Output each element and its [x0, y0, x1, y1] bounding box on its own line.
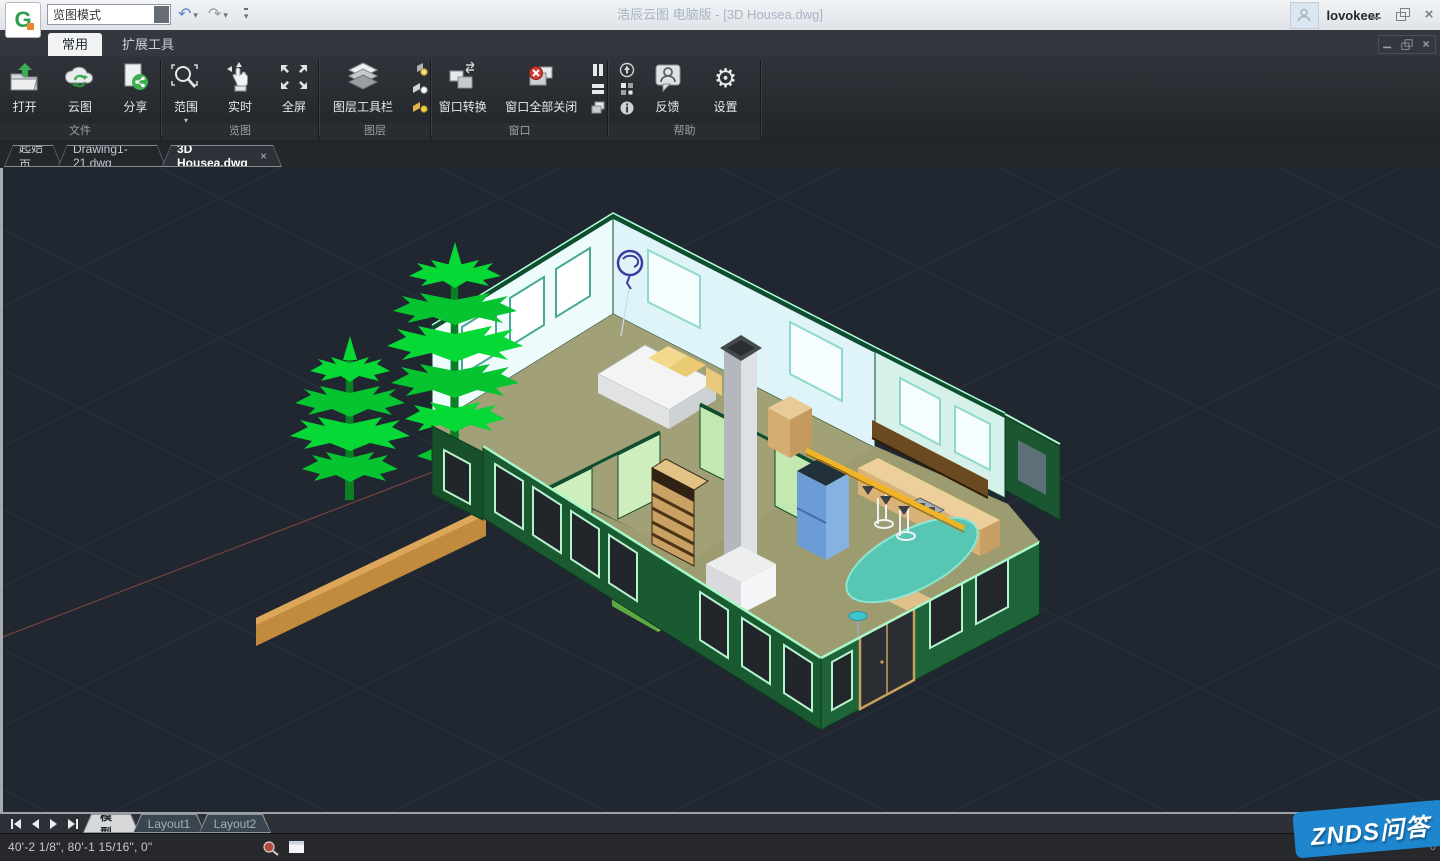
- group-label-view: 览图: [162, 123, 318, 140]
- ribbon-group-window: 窗口转换 窗口全部关闭: [432, 56, 607, 123]
- cabinet: [768, 396, 812, 458]
- modules-icon[interactable]: [618, 81, 636, 97]
- feedback-button[interactable]: 反馈: [642, 60, 694, 115]
- minimize-button[interactable]: [1370, 9, 1384, 21]
- pan-hand-icon: [223, 61, 257, 95]
- person-icon: [1296, 7, 1312, 23]
- share-button[interactable]: 分享: [111, 60, 160, 115]
- last-layout-icon[interactable]: [67, 819, 79, 829]
- open-button[interactable]: 打开: [0, 60, 49, 115]
- app-logo-button[interactable]: G: [5, 2, 41, 38]
- gear-icon: ⚙: [714, 62, 737, 94]
- ribbon-tab-row: 常用 扩展工具 ×: [0, 30, 1440, 56]
- restore-button[interactable]: [1396, 9, 1410, 21]
- settings-button[interactable]: ⚙ 设置: [700, 60, 752, 115]
- fullscreen-button[interactable]: 全屏: [270, 60, 318, 115]
- ribbon-group-view: 范围 ▾ 实时 全屏 览图: [162, 56, 318, 123]
- ribbon-group-help: 反馈 ⚙ 设置 帮助: [609, 56, 760, 123]
- group-label-file: 文件: [0, 123, 160, 140]
- document-tab-bar: 起始页 Drawing1-21.dwg 3D Housea.dwg ×: [0, 143, 1440, 168]
- layer-on-icon[interactable]: [411, 62, 429, 78]
- coordinates-readout: 40'-2 1/8", 80'-1 15/16", 0": [8, 840, 152, 854]
- mdi-window-controls: ×: [1378, 35, 1436, 54]
- ribbon: 打开 云图 分享: [0, 56, 1440, 145]
- annotation-monitor-icon[interactable]: [262, 840, 280, 856]
- mdi-close-button[interactable]: ×: [1420, 40, 1431, 50]
- previous-layout-icon[interactable]: [31, 819, 40, 829]
- ribbon-group-file: 打开 云图 分享: [0, 56, 160, 123]
- drawing-canvas[interactable]: [0, 168, 1440, 812]
- window-title: 浩辰云图 电脑版 - [3D Housea.dwg]: [0, 0, 1440, 30]
- info-icon[interactable]: [618, 100, 636, 116]
- doc-tab-drawing1[interactable]: Drawing1-21.dwg: [58, 145, 166, 167]
- cloud-sync-icon: [63, 61, 97, 95]
- doc-tab-3d-housea[interactable]: 3D Housea.dwg ×: [162, 145, 282, 167]
- layout-tab-model[interactable]: 模型: [83, 814, 139, 833]
- window-switch-button[interactable]: 窗口转换: [432, 60, 494, 115]
- layer-color-icon[interactable]: [411, 100, 429, 116]
- layer-freeze-icon[interactable]: [411, 81, 429, 97]
- layout-tab-layout1[interactable]: Layout1: [133, 814, 205, 833]
- tile-horizontal-icon[interactable]: [589, 81, 607, 97]
- ribbon-tab-home[interactable]: 常用: [48, 33, 102, 56]
- layout-tab-layout2[interactable]: Layout2: [199, 814, 271, 833]
- cascade-windows-icon[interactable]: [589, 100, 607, 116]
- mdi-minimize-button[interactable]: [1383, 40, 1394, 50]
- group-label-help: 帮助: [609, 123, 760, 140]
- group-label-window: 窗口: [432, 123, 607, 140]
- close-all-windows-icon: [524, 61, 558, 95]
- user-avatar[interactable]: [1290, 2, 1319, 29]
- mdi-restore-button[interactable]: [1401, 40, 1412, 50]
- window-switch-icon: [446, 61, 480, 95]
- layer-toolbar-button[interactable]: 图层工具栏: [321, 60, 405, 115]
- zoom-extents-button[interactable]: 范围 ▾: [162, 60, 210, 125]
- share-icon: [118, 61, 152, 95]
- pine-tree-left: [290, 336, 410, 500]
- application-window: G 览图模式 ↶ ▾ ↷ ▾ ▾ 浩辰云图 电脑版 - [3D Housea.d…: [0, 0, 1440, 861]
- ribbon-group-layer: 图层工具栏 图层: [320, 56, 430, 123]
- group-label-layer: 图层: [320, 123, 430, 140]
- doc-tab-start-page[interactable]: 起始页: [4, 145, 62, 167]
- layers-icon: [345, 61, 381, 95]
- title-bar: G 览图模式 ↶ ▾ ↷ ▾ ▾ 浩辰云图 电脑版 - [3D Housea.d…: [0, 0, 1440, 31]
- first-layout-icon[interactable]: [10, 819, 22, 829]
- model-viewport[interactable]: [3, 168, 1440, 812]
- zoom-extents-icon: [169, 61, 203, 95]
- layout-tab-bar: 模型 Layout1 Layout2: [0, 812, 1440, 833]
- close-tab-icon[interactable]: ×: [260, 149, 267, 163]
- ribbon-tab-extended-tools[interactable]: 扩展工具: [108, 33, 188, 56]
- cloud-button[interactable]: 云图: [55, 60, 104, 115]
- update-icon[interactable]: [618, 62, 636, 78]
- open-folder-icon: [8, 61, 42, 95]
- walkway: [256, 508, 486, 646]
- tile-vertical-icon[interactable]: [589, 62, 607, 78]
- fullscreen-arrows-icon: [277, 61, 311, 95]
- close-button[interactable]: ×: [1422, 9, 1436, 21]
- close-all-windows-button[interactable]: 窗口全部关闭: [500, 60, 583, 115]
- next-layout-icon[interactable]: [49, 819, 58, 829]
- pan-realtime-button[interactable]: 实时: [216, 60, 264, 115]
- status-bar: 40'-2 1/8", 80'-1 15/16", 0" 0: [0, 833, 1440, 861]
- clean-screen-icon[interactable]: [288, 840, 305, 855]
- feedback-icon: [651, 61, 685, 95]
